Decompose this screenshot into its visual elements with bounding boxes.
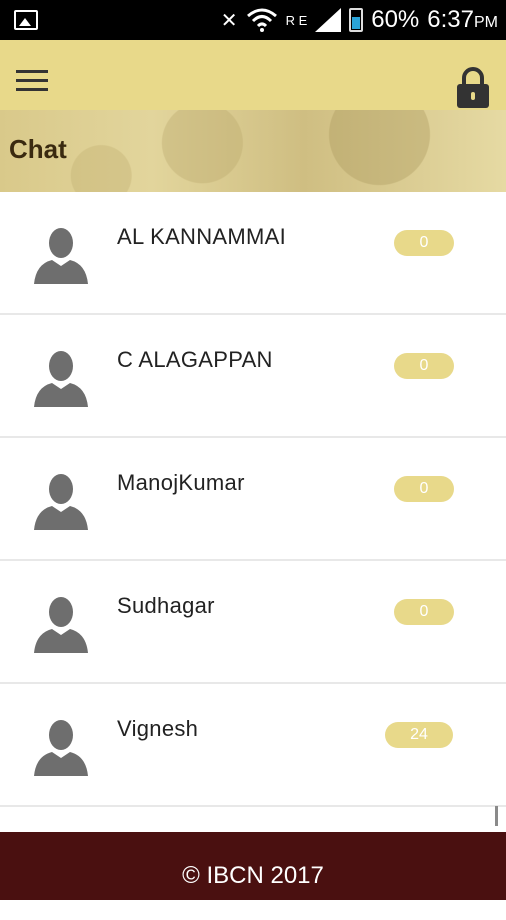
contact-name: AL KANNAMMAI [117,224,287,249]
unread-badge: 0 [394,476,454,502]
status-bar: ✕ R E 60% 6:37PM [0,0,506,40]
footer: © IBCN 2017 [0,832,506,900]
contact-name: ManojKumar [117,470,245,495]
status-icons: ✕ R E 60% 6:37PM [221,0,498,40]
gallery-icon [14,10,38,30]
list-item[interactable]: C ALAGAPPAN 0 [0,315,506,438]
unread-badge: 24 [385,722,453,748]
list-item[interactable]: ManojKumar 0 [0,438,506,561]
contact-name: Vignesh [117,716,199,741]
list-item[interactable]: Sudhagar 0 [0,561,506,684]
lock-icon[interactable] [456,66,490,108]
header-background [0,110,506,192]
chat-header: Chat [0,110,506,192]
contact-name: C ALAGAPPAN [117,347,273,372]
signal-icon [315,8,342,32]
scrollbar[interactable] [495,806,498,826]
wifi-icon [246,8,277,32]
unread-badge: 0 [394,230,454,256]
avatar-icon [34,474,88,530]
battery-percent: 60% [371,6,420,33]
battery-icon [349,8,364,32]
contact-name: Sudhagar [117,593,215,618]
hamburger-menu-icon[interactable] [16,70,48,92]
page-title: Chat [9,134,67,164]
app-bar [0,40,506,110]
clock: 6:37PM [427,6,498,33]
list-item[interactable]: AL KANNAMMAI 0 [0,192,506,315]
unread-badge: 0 [394,599,454,625]
list-item[interactable]: Vignesh 24 [0,684,506,807]
avatar-icon [34,720,88,776]
network-type-label: R E [285,12,308,28]
mute-icon: ✕ [220,9,238,32]
avatar-icon [34,351,88,407]
avatar-icon [34,228,88,284]
avatar-icon [34,597,88,653]
unread-badge: 0 [394,353,454,379]
copyright-text: © IBCN 2017 [182,862,324,889]
contact-list[interactable]: AL KANNAMMAI 0 C ALAGAPPAN 0 ManojKumar … [0,192,506,832]
